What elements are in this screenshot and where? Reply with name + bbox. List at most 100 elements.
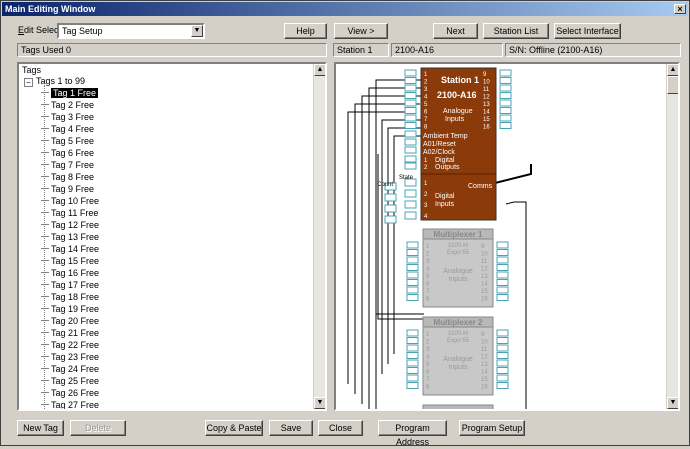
tree-scrollbar[interactable]: ▲ ▼ [313,64,325,409]
scroll-up-icon[interactable]: ▲ [314,64,325,76]
pin-box[interactable] [496,352,509,359]
pin-box[interactable] [496,367,509,374]
collapse-icon[interactable]: − [24,78,33,87]
tree-item-tag[interactable]: Tag 12 Free [41,219,221,231]
tree-item-tag[interactable]: Tag 22 Free [41,339,221,351]
pin-box[interactable] [496,271,509,279]
pin-box[interactable] [496,359,509,367]
view-button[interactable]: View > [334,23,388,39]
new-tag-button[interactable]: New Tag [17,420,64,436]
pin-box[interactable] [406,271,419,279]
tag-tree[interactable]: Tags − Tags 1 to 99 Tag 1 Free Tag 2 Free T… [17,62,327,411]
pin-box[interactable] [384,204,397,213]
tree-item-tag[interactable]: Tag 15 Free [41,255,221,267]
pin-box[interactable] [404,77,417,84]
copy-paste-button[interactable]: Copy & Paste [205,420,263,436]
pin-box[interactable] [499,99,512,107]
tree-item-tag[interactable]: Tag 19 Free [41,303,221,315]
help-button[interactable]: Help [284,23,327,39]
pin-box[interactable] [404,107,417,114]
scroll-down-icon[interactable]: ▼ [667,397,678,409]
pin-box[interactable] [406,329,419,337]
tree-item-tag[interactable]: Tag 6 Free [41,147,221,159]
tree-item-tag[interactable]: Tag 13 Free [41,231,221,243]
pin-box[interactable] [404,162,417,170]
pin-box[interactable] [404,84,417,92]
tree-item-tag[interactable]: Tag 7 Free [41,159,221,171]
pin-box[interactable] [496,279,509,286]
tree-item-tag[interactable]: Tag 3 Free [41,111,221,123]
tree-item-tag[interactable]: Tag 2 Free [41,99,221,111]
tree-item-tag[interactable]: Tag 1 Free [41,87,221,99]
tree-item-tag[interactable]: Tag 4 Free [41,123,221,135]
tree-item-tag[interactable]: Tag 26 Free [41,387,221,399]
pin-box[interactable] [406,241,419,249]
pin-box[interactable] [404,69,417,77]
tree-item-tag[interactable]: Tag 8 Free [41,171,221,183]
pin-box[interactable] [499,114,512,122]
station-diagram[interactable]: Station 1 2100-A16 Analogue Inputs 1 2 3 4 5 6 7 8 9… [334,62,680,411]
chevron-down-icon[interactable]: ▼ [191,25,203,37]
select-interface-button[interactable]: Select Interface [554,23,621,39]
pin-box[interactable] [496,264,509,271]
edit-select-dropdown[interactable]: Tag Setup ▼ [57,23,205,39]
pin-box[interactable] [404,114,417,122]
pin-box[interactable] [406,264,419,271]
scroll-thumb[interactable] [667,76,678,94]
scroll-up-icon[interactable]: ▲ [667,64,678,76]
close-button[interactable]: Close [318,420,363,436]
save-button[interactable]: Save [269,420,313,436]
pin-box[interactable] [404,92,417,99]
pin-box[interactable] [404,122,417,129]
pin-box[interactable] [499,77,512,84]
pin-box[interactable] [404,146,417,154]
pin-box[interactable] [404,138,417,146]
close-window-button[interactable]: × [674,4,686,14]
pin-box[interactable] [496,249,509,256]
pin-box[interactable] [499,84,512,92]
pin-box[interactable] [406,256,419,264]
tree-item-tag[interactable]: Tag 17 Free [41,279,221,291]
tree-item-tag[interactable]: Tag 10 Free [41,195,221,207]
scroll-down-icon[interactable]: ▼ [314,397,325,409]
tree-item-tag[interactable]: Tag 20 Free [41,315,221,327]
tree-item-tag[interactable]: Tag 9 Free [41,183,221,195]
pin-box[interactable] [496,337,509,344]
pin-box[interactable] [406,286,419,294]
pin-box[interactable] [404,211,417,220]
pin-box[interactable] [384,193,397,202]
pin-box[interactable] [496,344,509,352]
tree-item-tag[interactable]: Tag 25 Free [41,375,221,387]
tree-item-tag[interactable]: Tag 16 Free [41,267,221,279]
pin-box[interactable] [406,294,419,301]
tree-item-tag[interactable]: Tag 27 Free [41,399,221,409]
pin-box[interactable] [496,256,509,264]
next-button[interactable]: Next [433,23,478,39]
pin-box[interactable] [499,92,512,99]
pin-box[interactable] [406,367,419,374]
pin-box[interactable] [406,359,419,367]
pin-box[interactable] [404,130,417,138]
pin-box[interactable] [496,286,509,294]
pin-box[interactable] [496,382,509,389]
pin-box[interactable] [496,374,509,382]
pin-box[interactable] [404,155,417,163]
pin-box[interactable] [499,69,512,77]
program-setup-button[interactable]: Program Setup [459,420,525,436]
pin-box[interactable] [406,249,419,256]
pin-box[interactable] [496,294,509,301]
tree-item-tag[interactable]: Tag 14 Free [41,243,221,255]
program-address-button[interactable]: Program Address [378,420,447,447]
pin-box[interactable] [404,189,417,198]
pin-box[interactable] [384,215,397,224]
tree-group-tags-1-99[interactable]: − Tags 1 to 99 [24,75,85,87]
tree-item-tag[interactable]: Tag 24 Free [41,363,221,375]
pin-box[interactable] [406,374,419,382]
tree-item-tag[interactable]: Tag 18 Free [41,291,221,303]
pin-box[interactable] [499,122,512,129]
pin-box[interactable] [496,241,509,249]
pin-box[interactable] [406,382,419,389]
pin-box[interactable] [406,279,419,286]
tree-item-tag[interactable]: Tag 21 Free [41,327,221,339]
diagram-scrollbar[interactable]: ▲ ▼ [666,64,678,409]
